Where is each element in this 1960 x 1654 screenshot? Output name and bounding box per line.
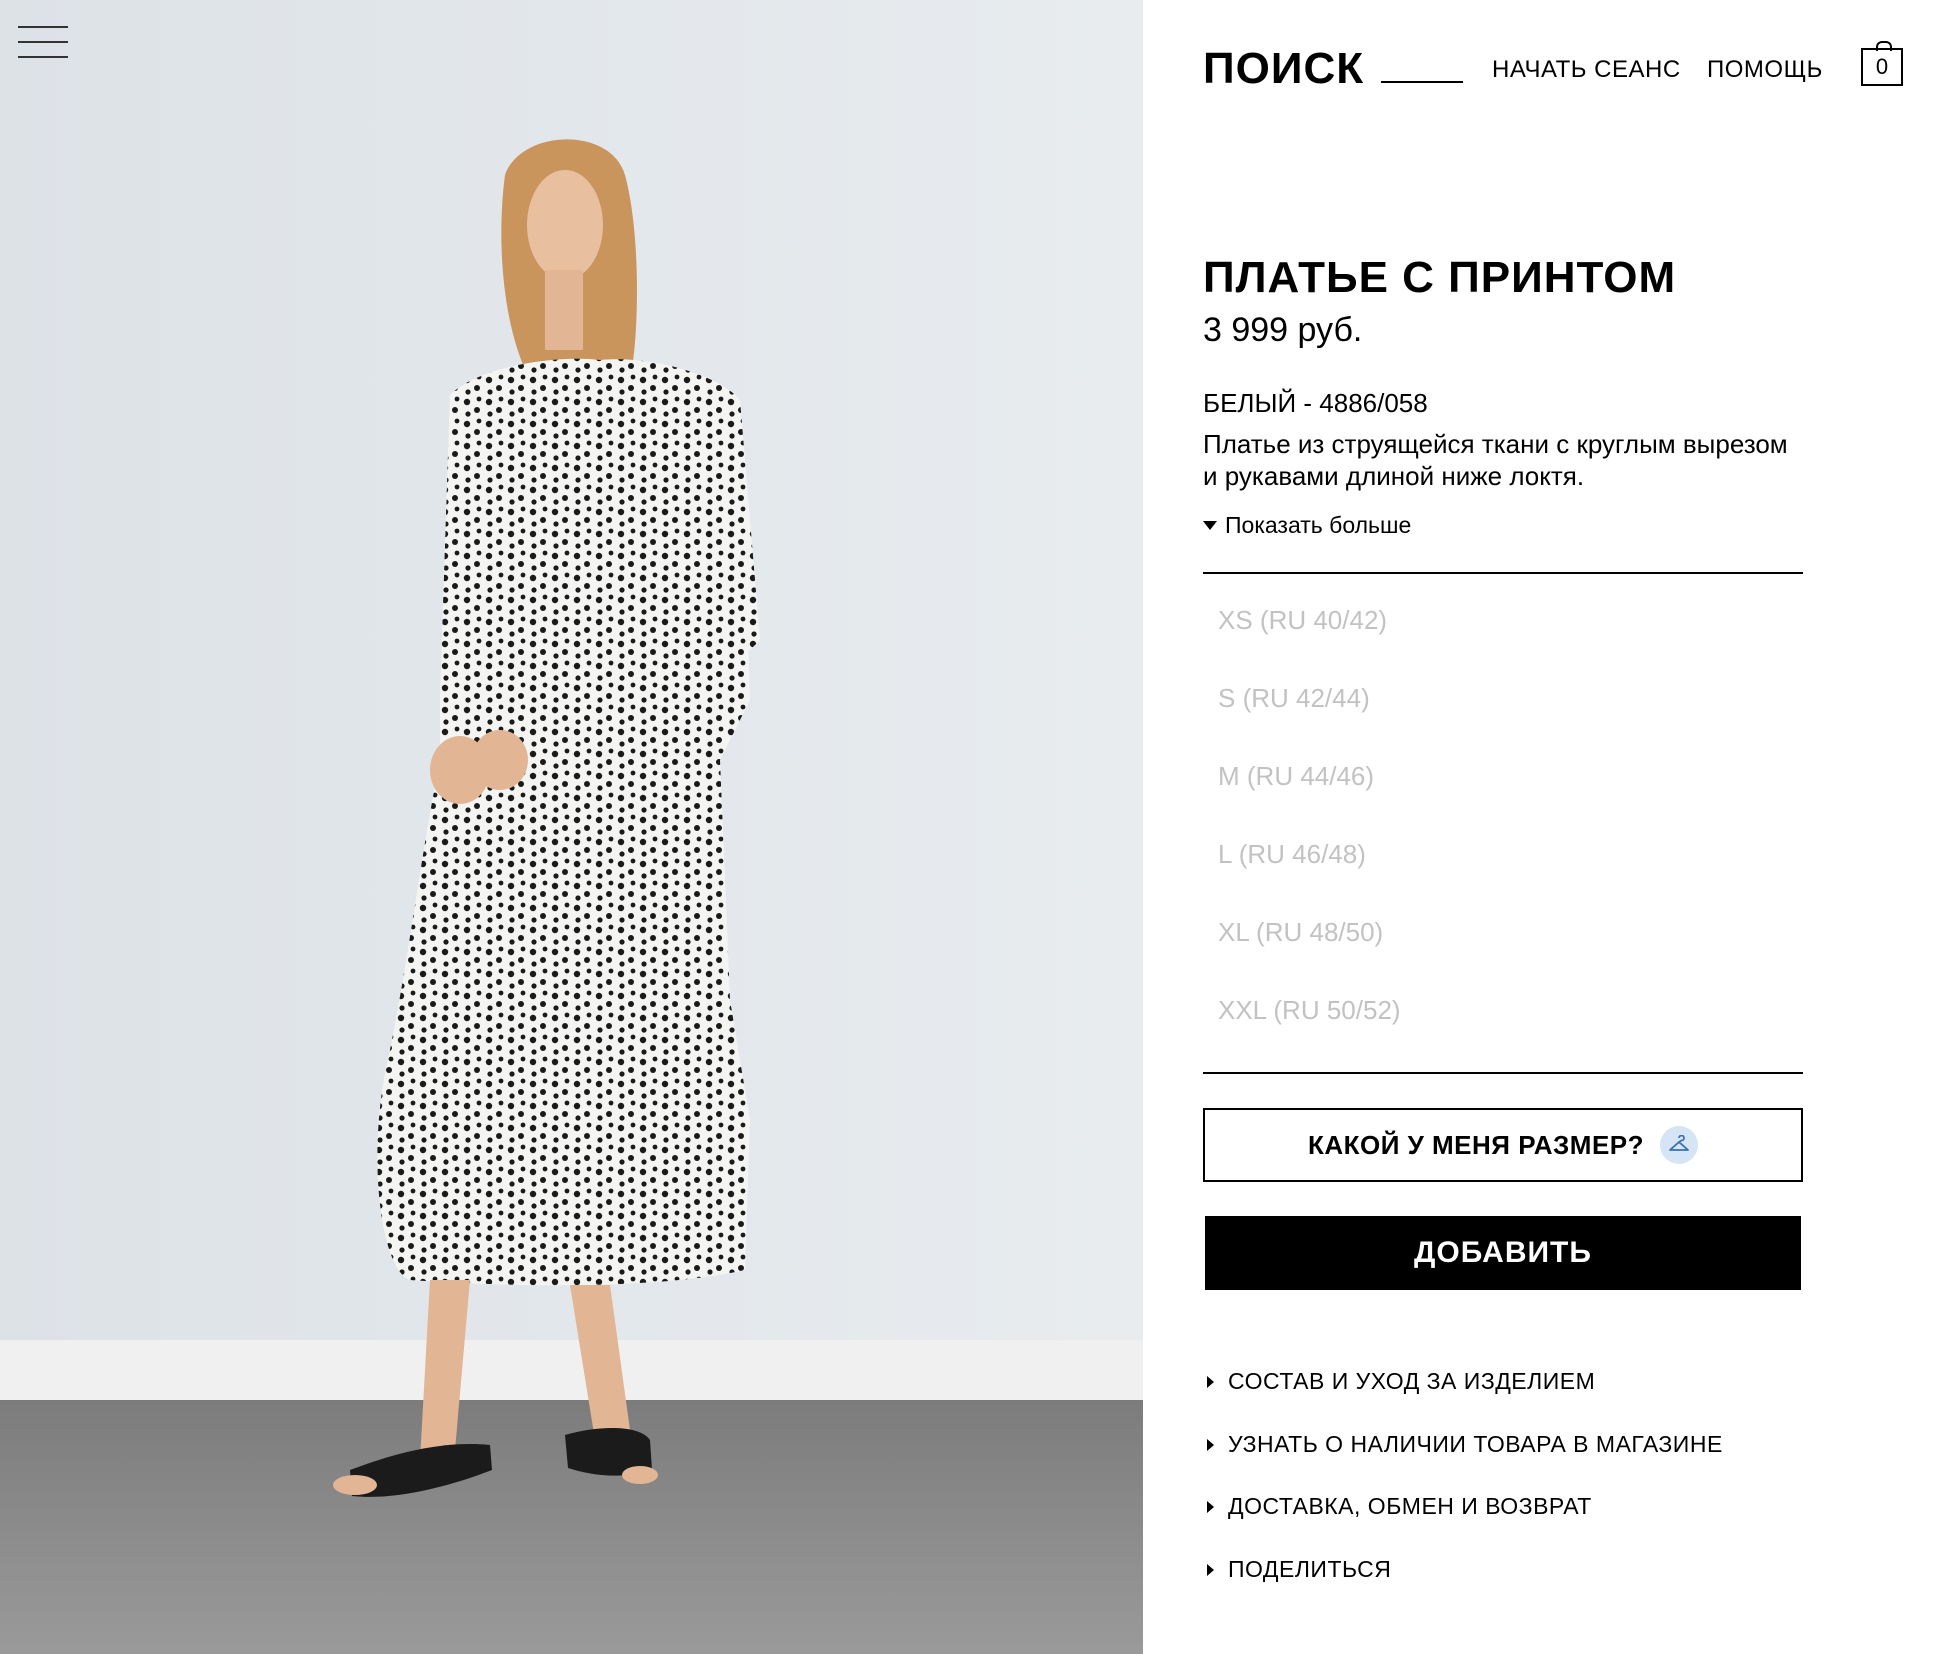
caret-right-icon	[1207, 1501, 1214, 1513]
hanger-icon	[1660, 1126, 1699, 1164]
caret-right-icon	[1207, 1376, 1214, 1388]
product-color-reference: БЕЛЫЙ - 4886/058	[1203, 388, 1428, 418]
model-image	[0, 0, 1143, 1654]
info-link-label: ДОСТАВКА, ОБМЕН И ВОЗВРАТ	[1228, 1493, 1592, 1519]
show-more-label: Показать больше	[1225, 512, 1412, 538]
info-links: СОСТАВ И УХОД ЗА ИЗДЕЛИЕМ УЗНАТЬ О НАЛИЧ…	[1203, 1368, 1903, 1618]
show-more-toggle[interactable]: Показать больше	[1203, 512, 1411, 539]
info-link-label: ПОДЕЛИТЬСЯ	[1228, 1555, 1392, 1582]
size-selector: XS (RU 40/42) S (RU 42/44) M (RU 44/46) …	[1203, 572, 1803, 1074]
help-link[interactable]: ПОМОЩЬ	[1707, 56, 1823, 84]
size-option-xs[interactable]: XS (RU 40/42)	[1203, 590, 1803, 668]
info-link-share[interactable]: ПОДЕЛИТЬСЯ	[1203, 1556, 1903, 1619]
info-link-label: УЗНАТЬ О НАЛИЧИИ ТОВАРА В МАГАЗИНЕ	[1228, 1430, 1723, 1457]
size-option-s[interactable]: S (RU 42/44)	[1203, 668, 1803, 746]
caret-down-icon	[1203, 521, 1217, 530]
shopping-bag-icon[interactable]: 0	[1861, 41, 1903, 86]
search-input-underline[interactable]	[1381, 81, 1463, 83]
info-link-store-availability[interactable]: УЗНАТЬ О НАЛИЧИИ ТОВАРА В МАГАЗИНЕ	[1203, 1431, 1903, 1494]
caret-right-icon	[1207, 1438, 1214, 1451]
info-link-delivery-returns[interactable]: ДОСТАВКА, ОБМЕН И ВОЗВРАТ	[1203, 1493, 1903, 1556]
info-link-composition-care[interactable]: СОСТАВ И УХОД ЗА ИЗДЕЛИЕМ	[1203, 1368, 1903, 1431]
size-guide-button[interactable]: КАКОЙ У МЕНЯ РАЗМЕР?	[1203, 1108, 1803, 1182]
search-link[interactable]: ПОИСК	[1203, 44, 1364, 94]
site-header: ПОИСК НАЧАТЬ СЕАНС ПОМОЩЬ 0	[1203, 40, 1913, 100]
login-link[interactable]: НАЧАТЬ СЕАНС	[1492, 56, 1681, 84]
size-option-m[interactable]: M (RU 44/46)	[1203, 746, 1803, 824]
add-to-cart-button[interactable]: ДОБАВИТЬ	[1205, 1216, 1801, 1290]
product-photo	[0, 0, 1143, 1654]
size-option-l[interactable]: L (RU 46/48)	[1203, 824, 1803, 902]
caret-right-icon	[1207, 1563, 1214, 1576]
info-link-label: СОСТАВ И УХОД ЗА ИЗДЕЛИЕМ	[1228, 1368, 1596, 1394]
product-description: Платье из струящейся ткани с круглым выр…	[1203, 429, 1788, 491]
product-price: 3 999 руб.	[1203, 311, 1363, 349]
product-title: ПЛАТЬЕ С ПРИНТОМ	[1203, 253, 1677, 302]
cart-count: 0	[1875, 54, 1889, 79]
size-option-xl[interactable]: XL (RU 48/50)	[1203, 902, 1803, 980]
menu-hamburger-icon[interactable]	[18, 26, 68, 62]
size-option-xxl[interactable]: XXL (RU 50/52)	[1203, 980, 1803, 1058]
product-info: ПЛАТЬЕ С ПРИНТОМ 3 999 руб. БЕЛЫЙ - 4886…	[1203, 250, 1803, 538]
size-guide-label: КАКОЙ У МЕНЯ РАЗМЕР?	[1307, 1129, 1645, 1160]
